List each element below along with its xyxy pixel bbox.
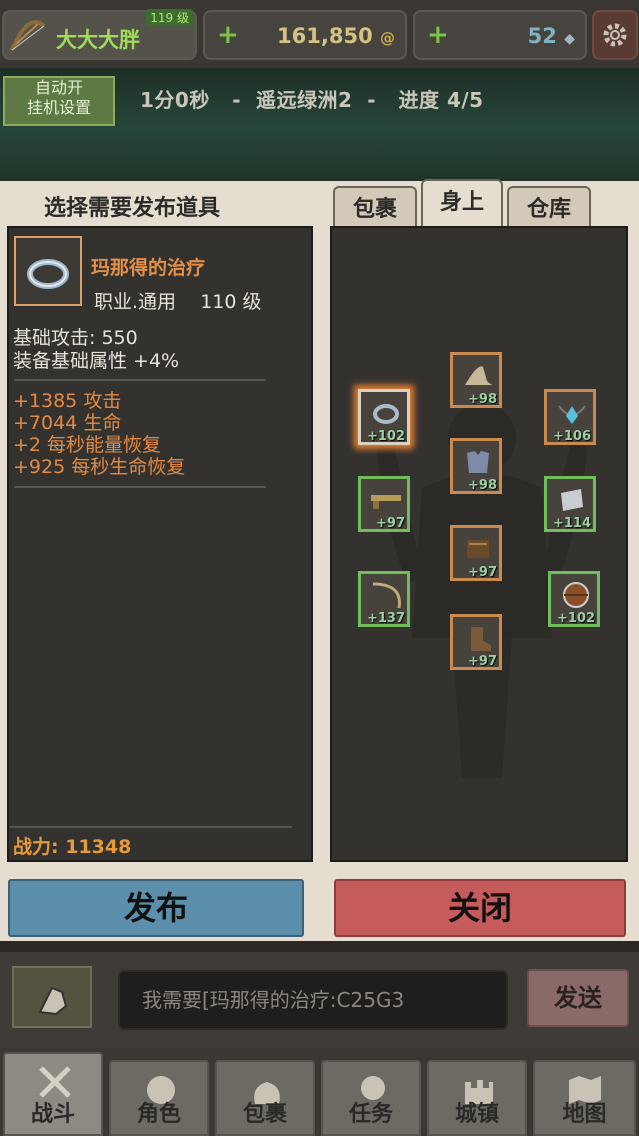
slot-bonus: +97 <box>376 516 405 531</box>
slot-bonus: +102 <box>366 429 405 444</box>
combat-power: 战力: 11348 <box>13 836 132 858</box>
equip-slot-gloves[interactable]: +97 <box>450 525 502 581</box>
equip-slot-boots[interactable]: +97 <box>450 614 502 670</box>
item-detail-box <box>7 226 313 862</box>
equip-slot-bow[interactable]: +137 <box>358 571 410 627</box>
nav-label: 地图 <box>562 1102 607 1127</box>
nav-battle[interactable]: 战斗 <box>3 1052 103 1136</box>
boots-icon <box>471 627 491 651</box>
gem-counter: + 52 ◆ <box>413 10 587 60</box>
nav-map[interactable]: 地图 <box>533 1060 636 1136</box>
settings-button[interactable] <box>592 10 638 60</box>
ring-icon <box>27 259 69 289</box>
bracer-icon <box>561 489 583 511</box>
equip-slot-weapon[interactable]: +97 <box>358 476 410 532</box>
add-gold-button[interactable]: + <box>217 22 239 48</box>
chat-input[interactable]: 我需要[玛那得的治疗:C25G3 <box>118 970 508 1030</box>
close-button[interactable]: 关闭 <box>334 879 626 937</box>
slot-bonus: +98 <box>468 478 497 493</box>
add-gems-button[interactable]: + <box>427 22 449 48</box>
nav-character[interactable]: 角色 <box>109 1060 209 1136</box>
nav-label: 任务 <box>348 1102 393 1127</box>
amulet-icon <box>558 405 586 424</box>
item-name: 玛那得的治疗 <box>91 257 206 279</box>
armor-icon <box>467 451 489 473</box>
gloves-icon <box>467 540 489 558</box>
hat-icon <box>465 366 493 385</box>
gold-counter: + 161,850 @ <box>203 10 407 60</box>
divider <box>10 826 292 828</box>
player-level-badge: 119 级 <box>146 9 193 26</box>
nav-town[interactable]: 城镇 <box>427 1060 527 1136</box>
bonus-stat: +1385 攻击 <box>13 390 122 412</box>
gems-value: 52 <box>527 24 557 48</box>
gem-icon: ◆ <box>564 31 575 47</box>
nav-label: 角色 <box>136 1102 181 1127</box>
bonus-stat: +2 每秒能量恢复 <box>13 434 162 456</box>
stage-progress-text: 1分0秒 - 遥远绿洲2 - 进度 4/5 <box>140 88 484 112</box>
equip-slot-amulet[interactable]: +106 <box>544 389 596 445</box>
bonus-stat: +925 每秒生命恢复 <box>13 456 186 478</box>
shield-icon <box>563 582 589 608</box>
ring-icon <box>373 404 399 424</box>
hand-sign-icon <box>38 986 68 1016</box>
slot-bonus: +97 <box>468 654 497 669</box>
item-icon <box>14 236 82 306</box>
bow-icon <box>372 582 401 609</box>
auto-label-line2: 挂机设置 <box>26 98 91 117</box>
player-name: 大大大胖 <box>56 28 140 52</box>
equip-slot-shield[interactable]: +102 <box>548 571 600 627</box>
divider <box>14 379 266 381</box>
gold-value: 161,850 <box>277 24 373 48</box>
base-attribute: 装备基础属性 +4% <box>13 350 180 372</box>
gun-icon <box>371 495 401 509</box>
coin-icon: @ <box>380 29 395 47</box>
slot-bonus: +106 <box>552 429 591 444</box>
equip-slot-hat[interactable]: +98 <box>450 352 502 408</box>
chat-channel-button[interactable] <box>12 966 92 1028</box>
nav-quest[interactable]: 任务 <box>321 1060 421 1136</box>
slot-bonus: +98 <box>468 392 497 407</box>
equip-slot-ring[interactable]: +102 <box>358 389 410 445</box>
slot-bonus: +114 <box>552 516 591 531</box>
divider <box>14 486 266 488</box>
slot-bonus: +137 <box>366 611 405 626</box>
nav-bag[interactable]: 包裹 <box>215 1060 315 1136</box>
nav-label: 战斗 <box>30 1102 75 1127</box>
slot-bonus: +102 <box>556 611 595 626</box>
nav-label: 城镇 <box>454 1102 499 1127</box>
publish-button[interactable]: 发布 <box>8 879 304 937</box>
player-profile[interactable]: 大大大胖 119 级 <box>2 9 197 60</box>
equip-slot-armor[interactable]: +98 <box>450 438 502 494</box>
equip-slot-bracer[interactable]: +114 <box>544 476 596 532</box>
tab-equipped[interactable]: 身上 <box>421 179 503 232</box>
bonus-stat: +7044 生命 <box>13 412 122 434</box>
panel-title: 选择需要发布道具 <box>44 196 221 221</box>
bow-avatar-icon <box>10 20 46 51</box>
nav-label: 包裹 <box>242 1102 287 1127</box>
auto-label-line1: 自动开 <box>34 78 83 97</box>
base-attack: 基础攻击: 550 <box>13 327 138 349</box>
send-button[interactable]: 发送 <box>527 969 629 1027</box>
item-class-level: 职业.通用 110 级 <box>94 291 262 313</box>
auto-idle-settings-button[interactable]: 自动开 挂机设置 <box>3 76 115 126</box>
slot-bonus: +97 <box>468 565 497 580</box>
gear-icon <box>603 23 627 47</box>
